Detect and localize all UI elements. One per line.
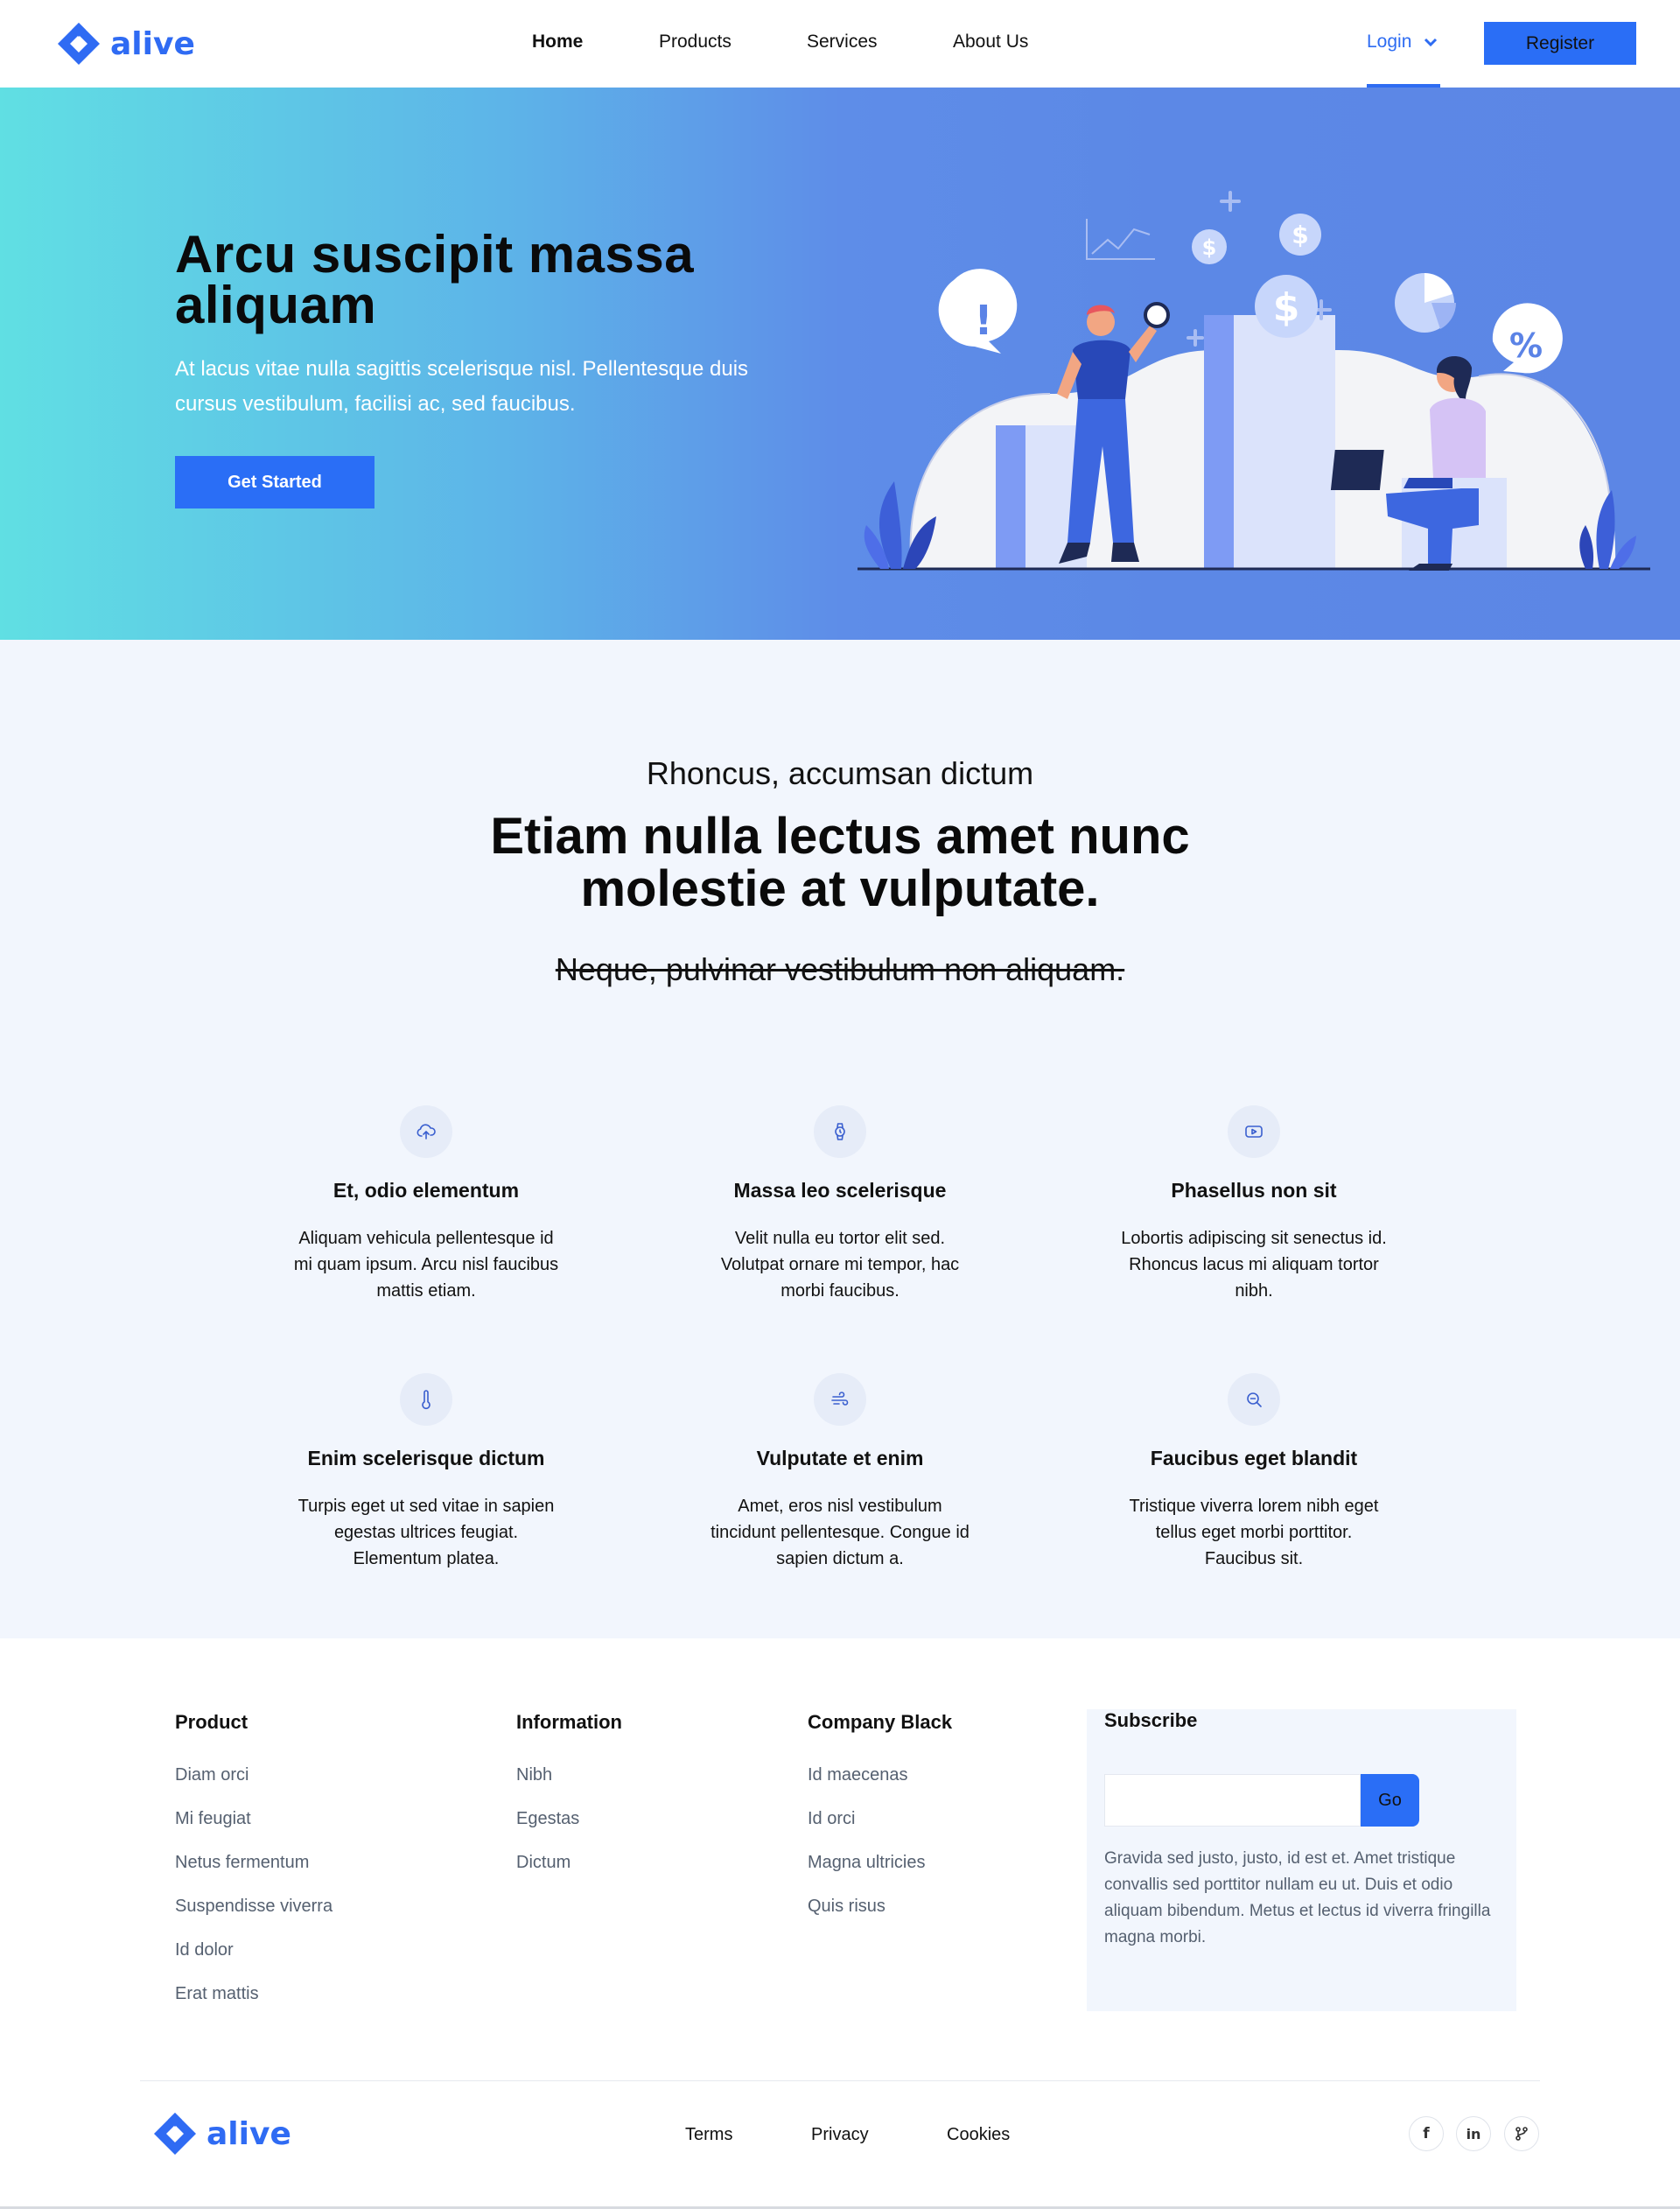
footer-column-information: Information Nibh Egestas Dictum — [516, 1711, 622, 1897]
login-label: Login — [1367, 32, 1412, 52]
footer-link[interactable]: Id orci — [808, 1809, 952, 1853]
wind-icon — [814, 1373, 866, 1426]
cookies-link[interactable]: Cookies — [947, 2125, 1010, 2145]
feature-card-text: Amet, eros nisl vestibulum tincidunt pel… — [710, 1497, 970, 1568]
feature-card: Enim scelerisque dictum Turpis eget ut s… — [282, 1373, 570, 1572]
get-started-button[interactable]: Get Started — [175, 456, 374, 508]
features-eyebrow: Rhoncus, accumsan dictum — [646, 755, 1034, 791]
features-strikethrough-text: Neque, pulvinar vestibulum non aliquam. — [555, 951, 1125, 987]
feature-card: Vulputate et enim Amet, eros nisl vestib… — [696, 1373, 984, 1572]
footer-link[interactable]: Quis risus — [808, 1897, 952, 1940]
thermometer-icon — [400, 1373, 452, 1426]
feature-card-title: Faucibus eget blandit — [1150, 1447, 1358, 1469]
fork-icon[interactable] — [1504, 2116, 1539, 2151]
zoom-out-icon — [1228, 1373, 1280, 1426]
hero-finance-illustration: ! $ $ $ % — [858, 191, 1650, 571]
footer-link[interactable]: Dictum — [516, 1853, 622, 1897]
feature-card: Faucibus eget blandit Tristique viverra … — [1110, 1373, 1398, 1572]
video-icon — [1228, 1105, 1280, 1158]
feature-card-title: Phasellus non sit — [1171, 1179, 1337, 1202]
features-title: Etiam nulla lectus amet nunc molestie at… — [490, 808, 1190, 917]
privacy-link[interactable]: Privacy — [811, 2125, 869, 2145]
footer-link[interactable]: Netus fermentum — [175, 1853, 332, 1897]
feature-card-title: Enim scelerisque dictum — [307, 1447, 545, 1469]
nav-link-products[interactable]: Products — [659, 32, 732, 53]
feature-card-text: Tristique viverra lorem nibh eget tellus… — [1129, 1497, 1379, 1568]
footer-link[interactable]: Erat mattis — [175, 1984, 332, 2028]
footer-brand-name: alive — [206, 2115, 291, 2152]
footer-column-heading: Information — [516, 1711, 622, 1733]
hero-subtitle: At lacus vitae nulla sagittis scelerisqu… — [175, 357, 749, 416]
feature-card-text: Velit nulla eu tortor elit sed. Volutpat… — [720, 1229, 960, 1301]
feature-card-title: Massa leo scelerisque — [733, 1179, 947, 1202]
nav-link-about-us[interactable]: About Us — [953, 32, 1028, 53]
brand-diamond-icon — [154, 2113, 196, 2155]
illustration-coin-medium-label: $ — [1292, 221, 1308, 249]
footer-column-product: Product Diam orci Mi feugiat Netus ferme… — [175, 1711, 332, 2028]
feature-card-text: Aliquam vehicula pellentesque id mi quam… — [293, 1229, 559, 1301]
footer-divider — [140, 2080, 1540, 2081]
login-dropdown[interactable]: Login — [1367, 32, 1438, 53]
illustration-coin-small-label: $ — [1202, 235, 1217, 260]
feature-card-title: Et, odio elementum — [332, 1179, 520, 1202]
footer-brand-logo[interactable]: alive — [152, 2111, 291, 2156]
features-section: Rhoncus, accumsan dictum Etiam nulla lec… — [0, 640, 1680, 1638]
watch-icon — [814, 1105, 866, 1158]
subscribe-heading: Subscribe — [1104, 1709, 1198, 1731]
chevron-down-icon — [1424, 38, 1438, 47]
hero-section: Arcu suscipit massa aliquam At lacus vit… — [0, 88, 1680, 640]
footer-column-company: Company Black Id maecenas Id orci Magna … — [808, 1711, 952, 1940]
footer-link[interactable]: Id dolor — [175, 1940, 332, 1984]
footer-link[interactable]: Mi feugiat — [175, 1809, 332, 1853]
hero-title: Arcu suscipit massa aliquam — [175, 225, 695, 334]
feature-card-text: Turpis eget ut sed vitae in sapien egest… — [298, 1497, 555, 1568]
footer-column-heading: Company Black — [808, 1711, 953, 1733]
feature-card: Phasellus non sit Lobortis adipiscing si… — [1110, 1105, 1398, 1304]
linkedin-icon[interactable]: in — [1456, 2116, 1491, 2151]
subscribe-panel: Subscribe Go Gravida sed justo, justo, i… — [1087, 1709, 1516, 2011]
footer-link[interactable]: Nibh — [516, 1765, 622, 1809]
illustration-percent: % — [1509, 326, 1543, 365]
illustration-coin-large-label: $ — [1273, 285, 1300, 330]
nav-link-services[interactable]: Services — [807, 32, 878, 53]
feature-card: Et, odio elementum Aliquam vehicula pell… — [282, 1105, 570, 1304]
facebook-glyph: f — [1423, 2125, 1430, 2142]
top-navbar: alive Home Products Services About Us Lo… — [0, 0, 1680, 88]
subscribe-description: Gravida sed justo, justo, id est et. Ame… — [1104, 1849, 1491, 1946]
terms-link[interactable]: Terms — [685, 2125, 732, 2145]
footer-link[interactable]: Egestas — [516, 1809, 622, 1853]
footer-link[interactable]: Magna ultricies — [808, 1853, 952, 1897]
feature-card-text: Lobortis adipiscing sit senectus id. Rho… — [1121, 1229, 1387, 1301]
facebook-icon[interactable]: f — [1409, 2116, 1444, 2151]
footer-link[interactable]: Suspendisse viverra — [175, 1897, 332, 1940]
register-button[interactable]: Register — [1484, 22, 1636, 65]
illustration-exclamation: ! — [975, 297, 993, 344]
footer-link[interactable]: Diam orci — [175, 1765, 332, 1809]
feature-card: Massa leo scelerisque Velit nulla eu tor… — [696, 1105, 984, 1304]
subscribe-email-input[interactable] — [1104, 1774, 1361, 1827]
footer-column-heading: Product — [175, 1711, 248, 1733]
feature-card-title: Vulputate et enim — [756, 1447, 924, 1469]
footer-link[interactable]: Id maecenas — [808, 1765, 952, 1809]
linkedin-glyph: in — [1466, 2125, 1481, 2142]
nav-link-home[interactable]: Home — [532, 32, 583, 53]
subscribe-go-button[interactable]: Go — [1361, 1774, 1419, 1827]
upload-cloud-icon — [400, 1105, 452, 1158]
